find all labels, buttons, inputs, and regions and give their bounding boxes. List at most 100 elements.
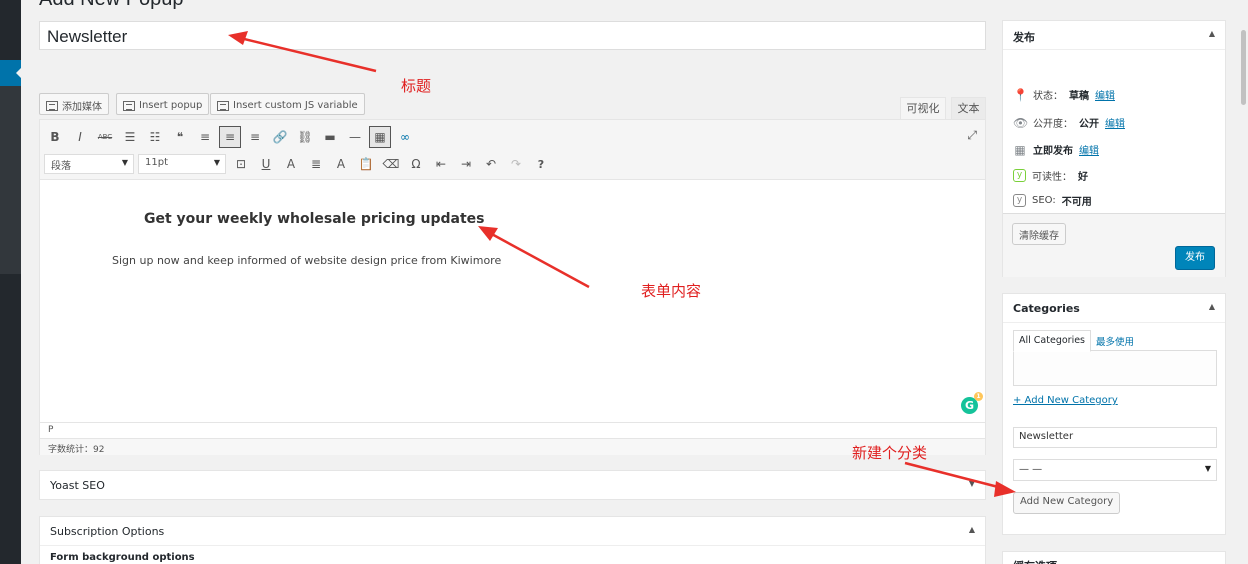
add-new-category-link[interactable]: + Add New Category (1013, 395, 1118, 406)
content-editor: BIABC☰☷❝≡≡≡🔗⛓▬—▦∞ 段落 11pt ⊡UA≣A📋⌫Ω⇤⇥↶↷? … (39, 119, 986, 455)
publish-actions: 清除缓存 发布 (1003, 213, 1225, 277)
page-title: Add New Popup (39, 0, 184, 11)
readability-row: y 可读性： 好 (1013, 168, 1088, 183)
admin-menu-current[interactable] (0, 60, 22, 86)
edit-status-link[interactable]: 编辑 (1095, 87, 1115, 102)
edit-schedule-link[interactable]: 编辑 (1079, 142, 1099, 157)
schedule-label: 立即发布 (1033, 146, 1073, 157)
grammarly-badge: 1 (974, 392, 983, 401)
categories-title: Categories (1013, 302, 1080, 315)
scrollbar[interactable] (1238, 0, 1248, 564)
align-left-icon[interactable]: ≡ (194, 126, 216, 148)
toggle-arrow-icon[interactable]: ▲ (1209, 29, 1215, 38)
content-heading: Get your weekly wholesale pricing update… (144, 211, 485, 227)
toolbar-row-1: B I ABC ☰ ☷ ❝ ≡ ≡ ≡ 🔗 ⛓ ▬ — ▦ ∞ (44, 126, 419, 148)
horizontal-line-icon[interactable]: — (344, 126, 366, 148)
media-icon (46, 100, 58, 111)
align-right-icon[interactable]: ≡ (244, 126, 266, 148)
readability-value: 好 (1078, 172, 1088, 183)
unlink-icon[interactable]: ⛓ (294, 126, 316, 148)
outdent-icon[interactable]: ⇤ (430, 153, 452, 175)
publish-metabox: 发布 ▲ 📍 状态： 草稿 编辑 👁 公开度： 公开 编辑 ▦ 立即发布 编辑 … (1002, 20, 1226, 277)
cache-options-title[interactable]: 缓存选项 (1003, 552, 1225, 564)
content-paragraph: Sign up now and keep informed of website… (112, 254, 502, 267)
publish-button[interactable]: 发布 (1175, 246, 1215, 270)
subscription-options-metabox: Subscription Options ▲ Form background o… (39, 516, 986, 564)
bold-icon[interactable]: B (44, 126, 66, 148)
pin-icon: 📍 (1013, 87, 1028, 102)
scrollbar-thumb[interactable] (1241, 30, 1246, 105)
fullscreen-icon[interactable]: ⤢ (967, 128, 977, 143)
editor-toolbar: BIABC☰☷❝≡≡≡🔗⛓▬—▦∞ 段落 11pt ⊡UA≣A📋⌫Ω⇤⇥↶↷? … (40, 120, 985, 180)
yoast-readability-icon: y (1013, 169, 1026, 182)
special-character-icon[interactable]: Ω (405, 153, 427, 175)
format-select[interactable]: 段落 (44, 154, 134, 174)
grammarly-icon[interactable]: G1 (961, 392, 983, 414)
toggle-arrow-icon[interactable]: ▲ (969, 525, 975, 534)
post-title-input[interactable]: Newsletter (39, 21, 986, 50)
undo-icon[interactable]: ↶ (480, 153, 502, 175)
yoast-seo-icon: y (1013, 194, 1026, 207)
align-center-icon[interactable]: ≡ (219, 126, 241, 148)
editor-content-area[interactable]: Get your weekly wholesale pricing update… (40, 181, 985, 421)
cache-options-metabox: 缓存选项 (1002, 551, 1226, 564)
popup-icon (123, 100, 135, 111)
bullet-list-icon[interactable]: ☰ (119, 126, 141, 148)
categories-metabox: Categories ▲ All Categories 最多使用 + Add N… (1002, 293, 1226, 535)
editor-path: P (40, 422, 985, 438)
tab-visual[interactable]: 可视化 (900, 97, 946, 119)
blockquote-icon[interactable]: ❝ (169, 126, 191, 148)
justify-icon[interactable]: ≣ (305, 153, 327, 175)
new-category-input[interactable]: Newsletter (1013, 427, 1217, 448)
add-new-category-button[interactable]: Add New Category (1013, 492, 1121, 514)
numbered-list-icon[interactable]: ☷ (144, 126, 166, 148)
insert-popup-button[interactable]: Insert popup (116, 93, 210, 115)
toggle-arrow-icon[interactable]: ▼ (969, 479, 975, 488)
yoast-seo-header[interactable]: Yoast SEO ▼ (40, 471, 985, 500)
tab-most-used[interactable]: 最多使用 (1091, 330, 1139, 352)
publish-title: 发布 (1013, 31, 1035, 44)
toggle-arrow-icon[interactable]: ▲ (1209, 302, 1215, 311)
italic-icon[interactable]: I (69, 126, 91, 148)
seo-row: y SEO: 不可用 (1013, 193, 1092, 208)
word-count: 字数统计：92 (40, 438, 985, 455)
font-size-select[interactable]: 11pt (138, 154, 226, 174)
tab-text[interactable]: 文本 (951, 97, 986, 119)
edit-visibility-link[interactable]: 编辑 (1105, 115, 1125, 130)
read-more-icon[interactable]: ▬ (319, 126, 341, 148)
indent-icon[interactable]: ⇥ (455, 153, 477, 175)
media-embed-icon[interactable]: ⊡ (230, 153, 252, 175)
add-media-label: 添加媒体 (62, 102, 102, 113)
annotation-title: 标题 (401, 77, 432, 95)
admin-submenu (0, 60, 21, 274)
subscription-options-header[interactable]: Subscription Options ▲ (40, 517, 985, 546)
tab-all-categories[interactable]: All Categories (1013, 330, 1092, 352)
category-checklist[interactable] (1013, 350, 1217, 386)
visibility-row: 👁 公开度： 公开 编辑 (1013, 115, 1125, 131)
form-background-label: Form background options (50, 552, 195, 563)
status-row: 📍 状态： 草稿 编辑 (1013, 87, 1115, 103)
redo-icon[interactable]: ↷ (505, 153, 527, 175)
toolbar-toggle-icon[interactable]: ▦ (369, 126, 391, 148)
toolbar-row-2: 段落 11pt ⊡UA≣A📋⌫Ω⇤⇥↶↷? (44, 153, 555, 175)
yoast-seo-metabox[interactable]: Yoast SEO ▼ (39, 470, 986, 500)
insert-js-variable-label: Insert custom JS variable (233, 100, 358, 111)
publish-header[interactable]: 发布 ▲ (1003, 21, 1225, 50)
parent-category-select[interactable]: — — (1013, 459, 1217, 481)
add-media-button[interactable]: 添加媒体 (39, 93, 109, 115)
underline-icon[interactable]: U (255, 153, 277, 175)
strikethrough-icon[interactable]: ABC (94, 126, 116, 148)
clear-formatting-icon[interactable]: ⌫ (380, 153, 402, 175)
categories-header[interactable]: Categories ▲ (1003, 294, 1225, 323)
text-color-icon[interactable]: A (330, 153, 352, 175)
clear-cache-button[interactable]: 清除缓存 (1012, 223, 1066, 245)
insert-link-icon[interactable]: ∞ (394, 126, 416, 148)
seo-value: 不可用 (1061, 197, 1092, 208)
background-color-icon[interactable]: A (280, 153, 302, 175)
paste-text-icon[interactable]: 📋 (355, 153, 377, 175)
yoast-seo-title: Yoast SEO (50, 479, 105, 492)
link-icon[interactable]: 🔗 (269, 126, 291, 148)
insert-js-variable-button[interactable]: Insert custom JS variable (210, 93, 365, 115)
help-icon[interactable]: ? (530, 153, 552, 175)
calendar-icon: ▦ (1014, 142, 1026, 157)
